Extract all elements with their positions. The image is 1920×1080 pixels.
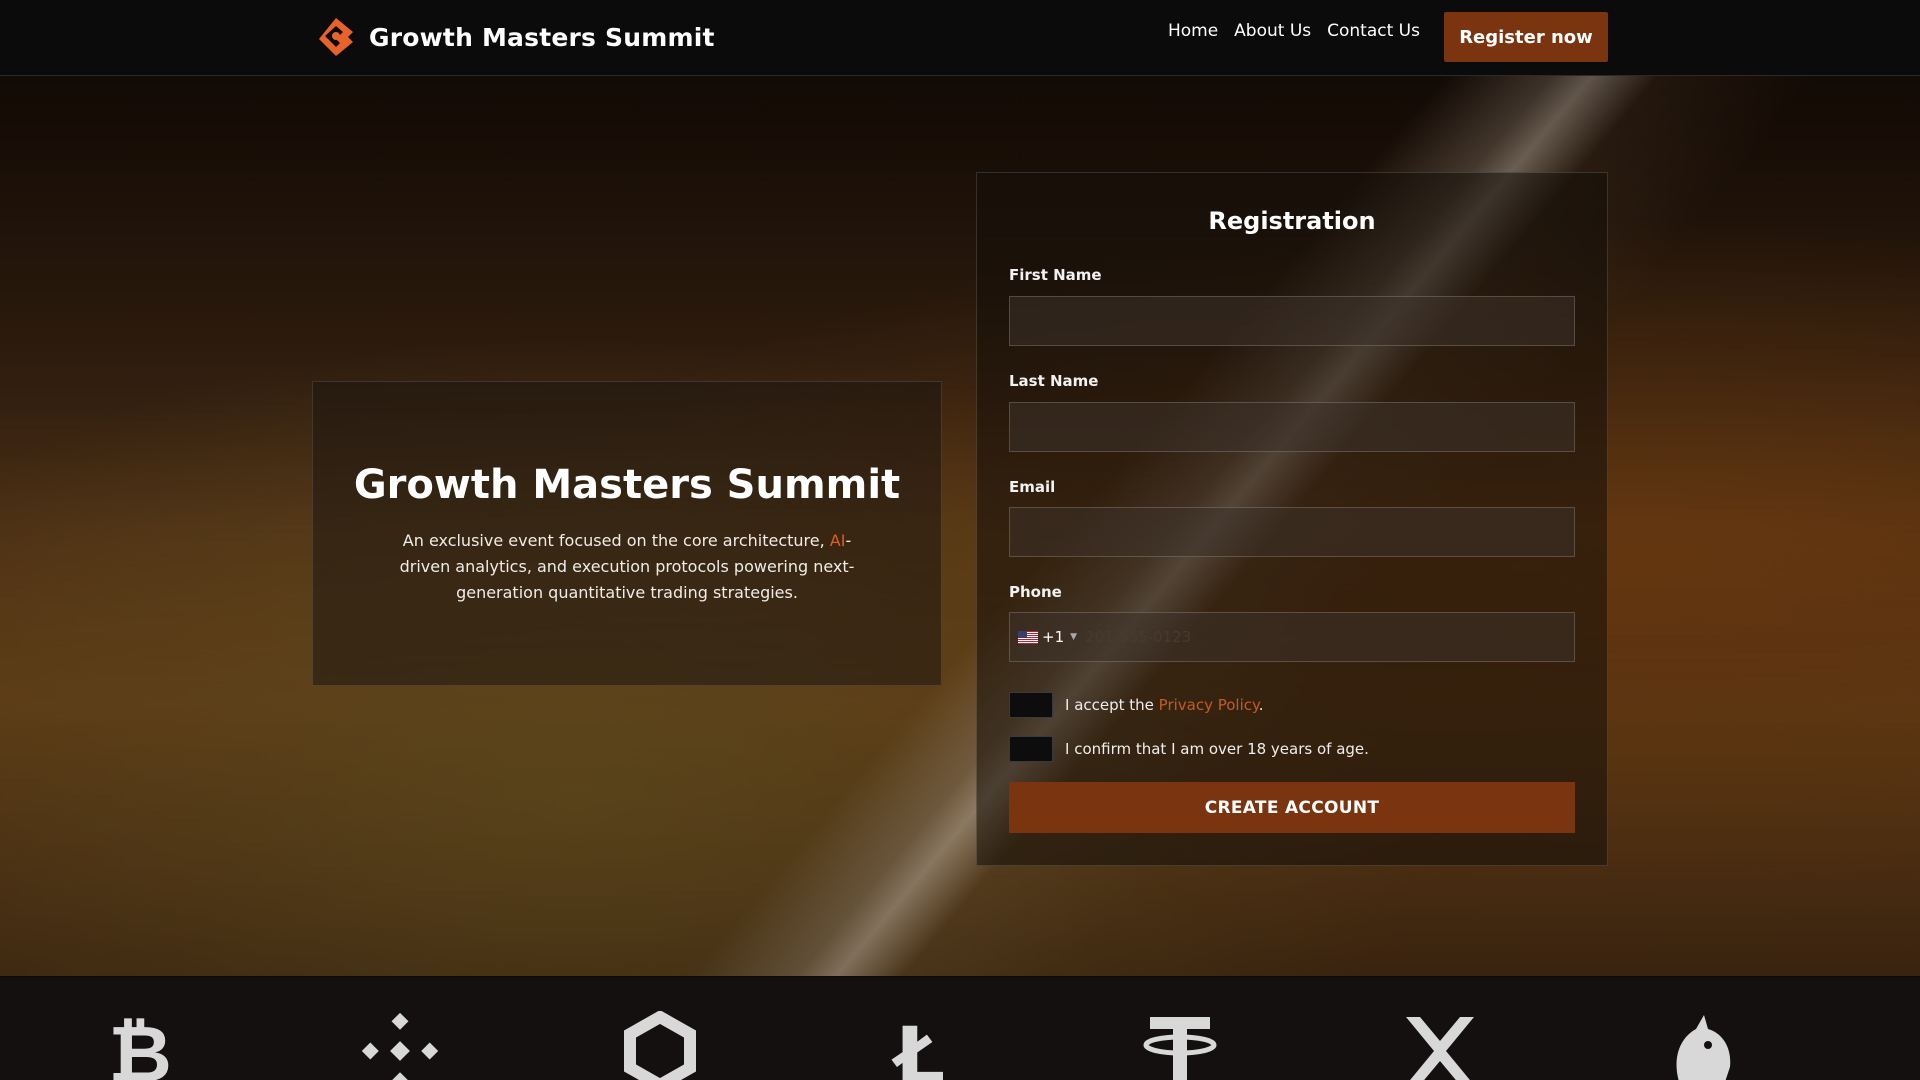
brand-logo-icon — [319, 18, 353, 56]
bitcoin-icon: ₿ — [100, 1010, 180, 1080]
register-now-button[interactable]: Register now — [1444, 12, 1608, 62]
registration-card: Registration First Name Last Name Email … — [976, 172, 1608, 866]
tether-icon — [1140, 1011, 1220, 1080]
intro-text-before: An exclusive event focused on the core a… — [402, 531, 830, 550]
hero-section — [0, 76, 1920, 976]
svg-text:Ł: Ł — [891, 1012, 945, 1080]
us-flag-icon — [1018, 630, 1038, 644]
crypto-logos-strip: ₿ Ł — [0, 977, 1920, 1080]
uniswap-icon — [1660, 1011, 1740, 1080]
first-name-input[interactable] — [1009, 296, 1575, 346]
intro-title: Growth Masters Summit — [353, 462, 901, 508]
privacy-consent-row: I accept the Privacy Policy. — [1009, 692, 1264, 718]
intro-description: An exclusive event focused on the core a… — [387, 528, 867, 606]
intro-highlight: AI — [829, 531, 846, 550]
chevron-down-icon: ▼ — [1070, 632, 1078, 642]
brand[interactable]: Growth Masters Summit — [313, 14, 715, 60]
privacy-prefix: I accept the — [1065, 696, 1159, 714]
intro-card: Growth Masters Summit An exclusive event… — [312, 381, 942, 686]
nav-contact-us[interactable]: Contact Us — [1327, 21, 1420, 41]
age-checkbox[interactable] — [1009, 736, 1053, 762]
email-input[interactable] — [1009, 507, 1575, 557]
privacy-suffix: . — [1258, 696, 1264, 714]
create-account-button[interactable]: CREATE ACCOUNT — [1009, 782, 1575, 833]
litecoin-icon: Ł — [880, 1011, 960, 1080]
top-header: Growth Masters Summit Home About Us Cont… — [0, 0, 1920, 76]
privacy-checkbox[interactable] — [1009, 692, 1053, 718]
age-confirm-text: I confirm that I am over 18 years of age… — [1065, 740, 1369, 758]
page: Growth Masters Summit Home About Us Cont… — [0, 0, 1920, 1080]
dial-code: +1 — [1042, 628, 1065, 646]
last-name-input[interactable] — [1009, 402, 1575, 452]
phone-input[interactable] — [1077, 612, 1574, 662]
last-name-label: Last Name — [1009, 372, 1099, 390]
phone-label: Phone — [1009, 583, 1062, 601]
nav-home[interactable]: Home — [1168, 21, 1218, 41]
country-selector[interactable]: +1 ▼ — [1010, 628, 1077, 646]
svg-text:₿: ₿ — [108, 1011, 172, 1080]
chainlink-icon — [620, 1010, 700, 1080]
binance-icon — [360, 1011, 440, 1080]
first-name-label: First Name — [1009, 266, 1102, 284]
registration-title: Registration — [1208, 207, 1376, 235]
main-nav: Home About Us Contact Us — [1168, 21, 1420, 41]
phone-field: +1 ▼ — [1009, 612, 1575, 662]
age-confirm-row: I confirm that I am over 18 years of age… — [1009, 736, 1369, 762]
privacy-text: I accept the Privacy Policy. — [1065, 696, 1264, 714]
brand-name: Growth Masters Summit — [369, 22, 715, 52]
privacy-policy-link[interactable]: Privacy Policy — [1159, 696, 1259, 714]
xrp-icon — [1400, 1011, 1480, 1080]
nav-about-us[interactable]: About Us — [1234, 21, 1311, 41]
email-label: Email — [1009, 478, 1056, 496]
